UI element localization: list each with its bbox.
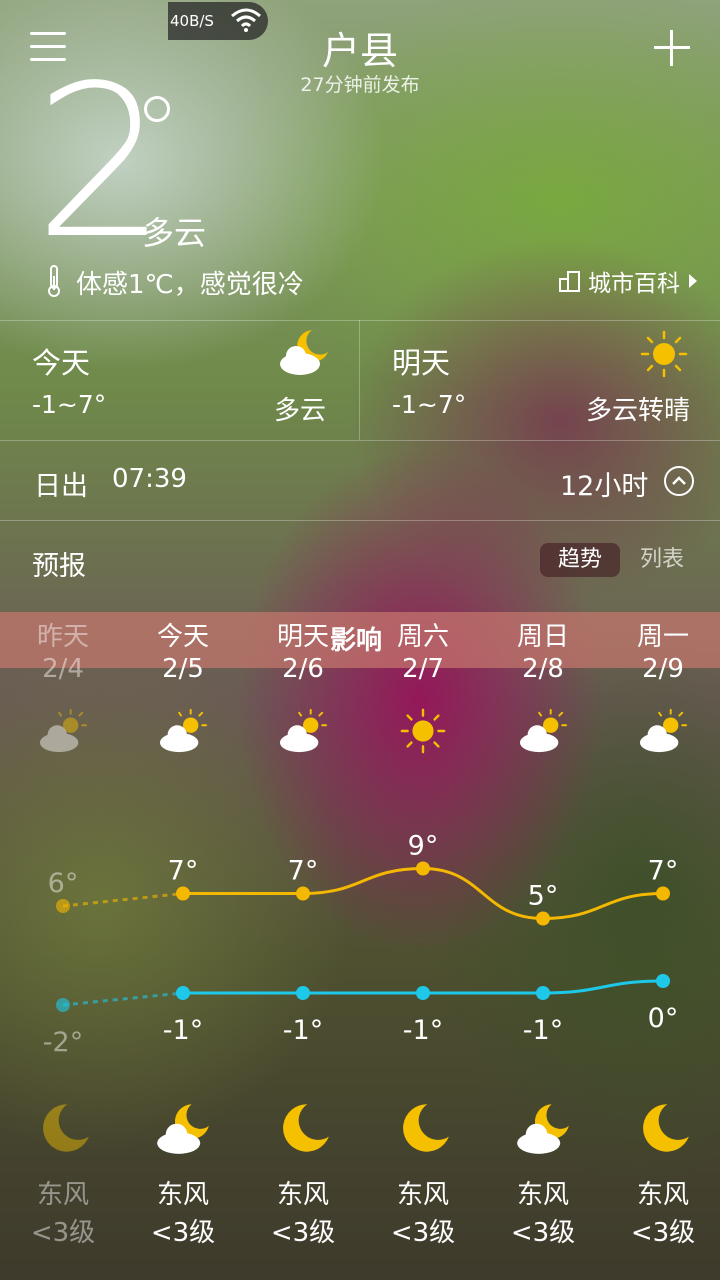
temperature-label: -1° bbox=[403, 1015, 443, 1046]
divider bbox=[359, 320, 360, 440]
forecast-day-date: 2/6 bbox=[282, 654, 324, 684]
cloudy-moon-icon bbox=[123, 1100, 243, 1160]
data-point bbox=[416, 986, 430, 1000]
today-condition: 多云 bbox=[273, 396, 326, 426]
divider bbox=[0, 520, 720, 521]
partly-cloudy-icon bbox=[243, 706, 363, 760]
data-point bbox=[176, 886, 190, 901]
wind-direction: 东风 bbox=[36, 1180, 89, 1210]
data-point bbox=[296, 986, 310, 1000]
forecast-title: 预报 bbox=[32, 551, 86, 582]
forecast-day-name: 今天 bbox=[156, 622, 209, 652]
degree-symbol bbox=[144, 96, 170, 122]
wind-direction: 东风 bbox=[516, 1180, 569, 1210]
temperature-label: -2° bbox=[43, 1027, 83, 1058]
moon-icon bbox=[363, 1100, 483, 1160]
temperature-label: 9° bbox=[408, 831, 439, 862]
tomorrow-condition: 多云转晴 bbox=[585, 396, 690, 426]
forecast-day-name: 周日 bbox=[516, 622, 569, 652]
tomorrow-range: -1~7° bbox=[392, 390, 467, 419]
temperature-label: 7° bbox=[648, 856, 679, 887]
wind-direction: 东风 bbox=[276, 1180, 329, 1210]
chevron-right-icon bbox=[689, 274, 697, 288]
data-point bbox=[176, 986, 190, 1000]
partly-cloudy-icon bbox=[123, 706, 243, 760]
add-city-icon[interactable] bbox=[654, 30, 690, 66]
moon-icon bbox=[603, 1100, 720, 1160]
current-condition: 多云 bbox=[142, 214, 207, 252]
data-point bbox=[656, 886, 670, 901]
data-point bbox=[536, 986, 550, 1000]
partly-cloudy-icon bbox=[3, 706, 123, 760]
city-wiki-link[interactable]: 城市百科 bbox=[558, 264, 700, 298]
data-point bbox=[536, 911, 550, 926]
sun-icon bbox=[363, 706, 483, 760]
wind-direction: 东风 bbox=[156, 1180, 209, 1210]
tomorrow-label: 明天 bbox=[392, 346, 451, 380]
partly-cloudy-icon bbox=[483, 706, 603, 760]
partly-cloudy-icon bbox=[603, 706, 720, 760]
forecast-hours[interactable]: 12小时 bbox=[560, 464, 648, 503]
wind-level: <3级 bbox=[150, 1218, 216, 1248]
feels-like: 体感1℃，感觉很冷 bbox=[76, 270, 304, 300]
wind-direction: 东风 bbox=[396, 1180, 449, 1210]
forecast-day-name: 昨天 bbox=[36, 622, 89, 652]
moon-icon bbox=[243, 1100, 363, 1160]
forecast-day-date: 2/8 bbox=[522, 654, 564, 684]
temperature-trend-chart: 6° 7° 7° 9° 5° 7° -2° -1° -1° -1° -1° 0° bbox=[43, 831, 679, 1059]
data-point bbox=[56, 998, 70, 1012]
wind-level: <3级 bbox=[630, 1218, 696, 1248]
today-label: 今天 bbox=[32, 346, 91, 380]
forecast-day-date: 2/4 bbox=[42, 654, 84, 684]
divider bbox=[0, 320, 720, 321]
thermometer-icon bbox=[48, 265, 60, 297]
banner-text: 影响 bbox=[330, 626, 383, 656]
trend-line-past bbox=[62, 892, 184, 908]
cloudy-moon-icon bbox=[483, 1100, 603, 1160]
sunrise-time: 07:39 bbox=[112, 464, 187, 494]
wind-level: <3级 bbox=[510, 1218, 576, 1248]
divider bbox=[0, 440, 720, 441]
partly-cloudy-moon-icon bbox=[280, 330, 328, 375]
building-icon bbox=[559, 271, 580, 292]
wind-level: <3级 bbox=[30, 1218, 96, 1248]
data-point bbox=[656, 974, 670, 988]
chevron-up-icon[interactable] bbox=[664, 466, 694, 496]
temperature-label: 7° bbox=[168, 856, 199, 887]
wind-level: <3级 bbox=[270, 1218, 336, 1248]
forecast-day-date: 2/7 bbox=[402, 654, 444, 684]
forecast-day-name: 周一 bbox=[636, 622, 689, 652]
wind-level: <3级 bbox=[390, 1218, 456, 1248]
temperature-label: -1° bbox=[283, 1015, 323, 1046]
data-point bbox=[296, 886, 310, 901]
data-point bbox=[416, 861, 430, 876]
tab-list[interactable]: 列表 bbox=[640, 543, 684, 577]
forecast-day-date: 2/9 bbox=[642, 654, 684, 684]
forecast-day-date: 2/5 bbox=[162, 654, 204, 684]
sunrise-label: 日出 bbox=[34, 471, 88, 502]
today-range: -1~7° bbox=[32, 390, 107, 419]
temperature-label: 7° bbox=[288, 856, 319, 887]
city-wiki-label: 城市百科 bbox=[588, 271, 680, 297]
sun-icon bbox=[640, 330, 688, 378]
temperature-label: -1° bbox=[163, 1015, 203, 1046]
wind-direction: 东风 bbox=[636, 1180, 689, 1210]
moon-icon bbox=[3, 1100, 123, 1160]
trend-line bbox=[182, 866, 664, 921]
trend-line-past bbox=[62, 991, 184, 1007]
data-point bbox=[56, 899, 70, 913]
temperature-label: 6° bbox=[48, 868, 79, 899]
temperature-label: -1° bbox=[523, 1015, 563, 1046]
tab-trend[interactable]: 趋势 bbox=[540, 543, 620, 577]
temperature-label: 5° bbox=[528, 881, 559, 912]
temperature-label: 0° bbox=[648, 1003, 679, 1034]
